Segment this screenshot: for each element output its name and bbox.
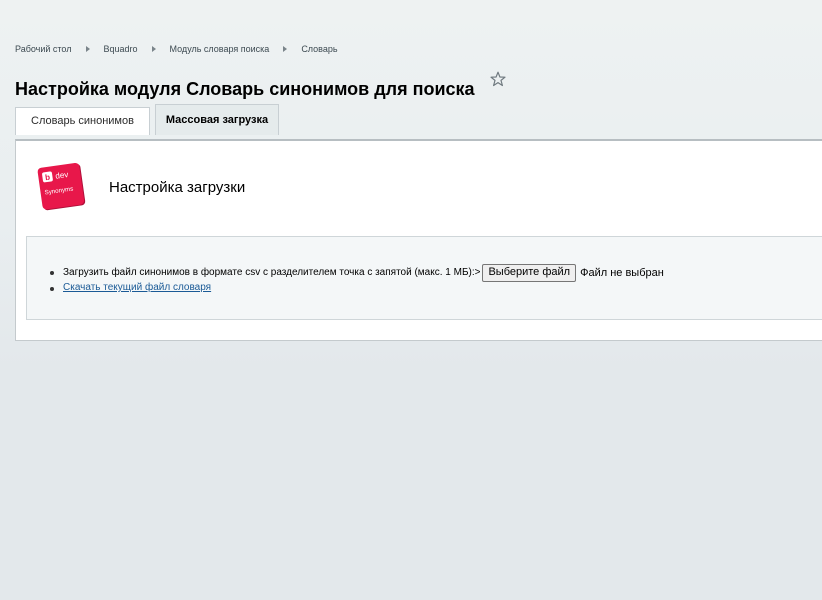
svg-text:dev: dev <box>55 170 69 181</box>
file-status-text: Файл не выбран <box>580 267 664 279</box>
download-dictionary-link[interactable]: Скачать текущий файл словаря <box>63 282 211 293</box>
upload-settings-box: Загрузить файл синонимов в формате csv с… <box>26 236 822 320</box>
page-title: Настройка модуля Словарь синонимов для п… <box>15 79 475 100</box>
tab-bulk-upload[interactable]: Массовая загрузка <box>155 104 279 135</box>
triangle-right-icon <box>283 46 288 52</box>
star-icon[interactable] <box>490 71 506 87</box>
section-title: Настройка загрузки <box>109 179 246 196</box>
tab-synonyms-dictionary[interactable]: Словарь синонимов <box>15 107 150 135</box>
content-panel: b dev Synonyms Настройка загрузки Загруз… <box>15 139 822 341</box>
breadcrumb-item-desktop[interactable]: Рабочий стол <box>15 44 72 54</box>
triangle-right-icon <box>85 46 90 52</box>
breadcrumb: Рабочий стол Bquadro Модуль словаря поис… <box>15 44 338 54</box>
breadcrumb-item-module[interactable]: Модуль словаря поиска <box>170 44 270 54</box>
breadcrumb-item-bquadro[interactable]: Bquadro <box>104 44 138 54</box>
upload-label: Загрузить файл синонимов в формате csv с… <box>63 267 481 278</box>
triangle-right-icon <box>151 46 156 52</box>
breadcrumb-item-dictionary[interactable]: Словарь <box>301 44 337 54</box>
upload-options-list: Загрузить файл синонимов в формате csv с… <box>50 264 664 296</box>
list-item: Загрузить файл синонимов в формате csv с… <box>50 264 664 282</box>
list-item: Скачать текущий файл словаря <box>50 280 664 296</box>
bdev-synonyms-logo: b dev Synonyms <box>37 162 86 211</box>
